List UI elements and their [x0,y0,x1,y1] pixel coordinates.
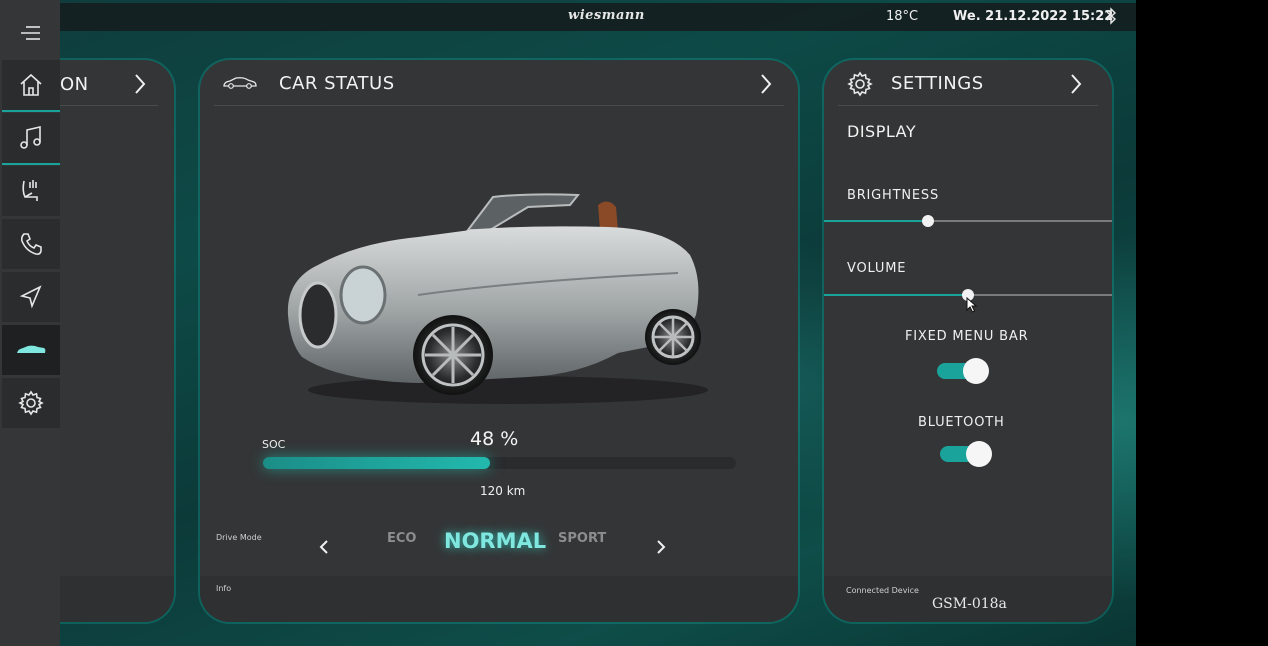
panel-footer: Info [200,576,798,622]
connected-device-label: Connected Device [846,586,919,595]
infotainment-screen: wiesmann 18°C We. 21.12.2022 15:22 ON CA… [0,0,1136,646]
brightness-slider-fill [824,220,928,222]
settings-panel[interactable]: SETTINGS DISPLAY BRIGHTNESS VOLUME FIXED… [824,60,1112,622]
car-outline-icon [223,77,257,89]
music-icon [20,125,41,149]
brightness-label: BRIGHTNESS [847,188,940,203]
car-status-panel[interactable]: CAR STATUS SOC 48 % 120 km Drive Mode EC… [200,60,798,622]
bluetooth-toggle[interactable] [940,441,992,467]
sidebar-item-car[interactable] [2,325,60,375]
display-heading: DISPLAY [847,122,917,141]
sidebar-item-navigation[interactable] [2,272,60,322]
home-icon [20,73,42,96]
soc-progress-bar [263,457,736,469]
sidebar-item-phone[interactable] [2,219,60,269]
drive-mode-label: Drive Mode [216,533,262,542]
chevron-left-icon[interactable] [318,538,330,556]
fixed-menu-bar-label: FIXED MENU BAR [905,329,1029,344]
navigation-icon [19,285,42,309]
bluetooth-label: BLUETOOTH [918,415,1005,430]
brand-logo: wiesmann [568,8,645,23]
info-label: Info [216,584,232,593]
mouse-cursor [966,297,978,313]
brightness-slider[interactable] [824,215,1112,227]
gear-icon [18,390,44,416]
car-icon [17,345,46,353]
chevron-right-icon[interactable] [655,538,667,556]
volume-slider-fill [824,294,968,296]
sidebar-item-home[interactable] [2,60,60,112]
panel-title: CAR STATUS [279,73,395,94]
divider [838,105,1098,106]
volume-label: VOLUME [847,261,907,276]
panel-title: ON [60,74,89,95]
brightness-slider-thumb[interactable] [922,215,934,227]
drive-mode-normal[interactable]: NORMAL [444,529,546,553]
drive-mode-eco[interactable]: ECO [387,531,416,546]
panel-footer: Connected Device GSM-018a [824,576,1112,622]
volume-slider[interactable] [824,289,1112,301]
drive-mode-sport[interactable]: SPORT [558,531,606,546]
status-bar: wiesmann 18°C We. 21.12.2022 15:22 [60,3,1136,31]
range-value: 120 km [480,484,526,498]
sidebar-item-seat[interactable] [2,166,60,216]
panel-title: SETTINGS [891,73,984,94]
seat-icon [22,180,38,201]
soc-label: SOC [262,438,286,451]
chevron-right-icon[interactable] [758,72,774,96]
soc-value: 48 % [470,428,519,450]
sidebar [0,0,60,646]
date-time: We. 21.12.2022 15:22 [953,9,1114,24]
connected-device-name: GSM-018a [932,596,1007,612]
sidebar-item-settings[interactable] [2,378,60,428]
gear-icon [847,71,873,97]
chevron-right-icon[interactable] [1068,72,1084,96]
phone-icon [20,233,42,255]
soc-progress-fill [263,457,490,469]
menu-icon [21,26,40,40]
fixed-menu-bar-toggle[interactable] [937,358,989,384]
menu-button[interactable] [2,8,60,58]
chevron-right-icon[interactable] [132,72,148,96]
bluetooth-icon [1106,7,1117,25]
car-image [287,193,708,404]
divider [214,105,784,106]
sidebar-item-music[interactable] [2,113,60,165]
temperature: 18°C [886,9,919,24]
